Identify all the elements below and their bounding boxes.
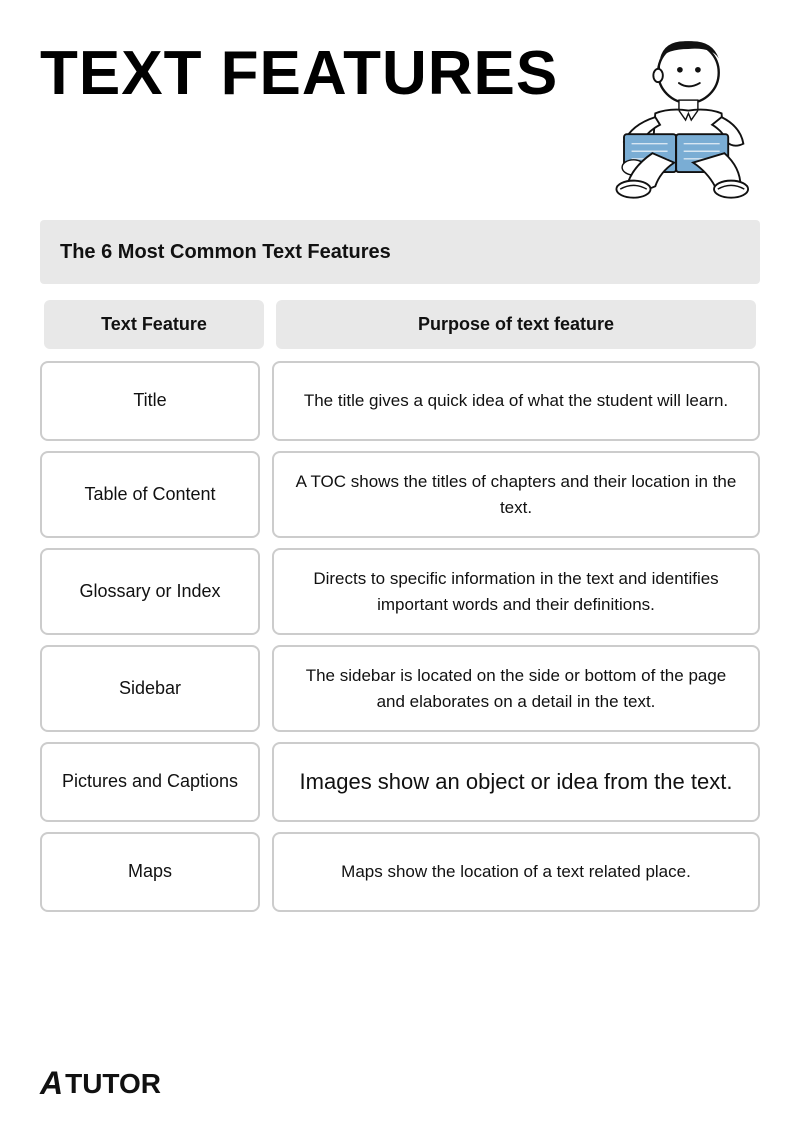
cell-purpose-4: Images show an object or idea from the t… xyxy=(272,742,760,822)
page-title: TEXT FEATURES xyxy=(40,40,558,108)
logo-a-icon: A xyxy=(40,1065,63,1102)
col-purpose-header: Purpose of text feature xyxy=(276,300,756,349)
table-row: Table of ContentA TOC shows the titles o… xyxy=(40,451,760,538)
cell-purpose-3: The sidebar is located on the side or bo… xyxy=(272,645,760,732)
table-row: Glossary or IndexDirects to specific inf… xyxy=(40,548,760,635)
subtitle-banner: The 6 Most Common Text Features xyxy=(40,220,760,284)
cell-feature-0: Title xyxy=(40,361,260,441)
table-row: TitleThe title gives a quick idea of wha… xyxy=(40,361,760,441)
cell-purpose-1: A TOC shows the titles of chapters and t… xyxy=(272,451,760,538)
cell-purpose-2: Directs to specific information in the t… xyxy=(272,548,760,635)
page: TEXT FEATURES xyxy=(0,0,800,1132)
cell-feature-3: Sidebar xyxy=(40,645,260,732)
table-row: MapsMaps show the location of a text rel… xyxy=(40,832,760,912)
cell-purpose-5: Maps show the location of a text related… xyxy=(272,832,760,912)
col-feature-header: Text Feature xyxy=(44,300,264,349)
cell-feature-5: Maps xyxy=(40,832,260,912)
table-row: SidebarThe sidebar is located on the sid… xyxy=(40,645,760,732)
table-row: Pictures and CaptionsImages show an obje… xyxy=(40,742,760,822)
footer: A TUTOR xyxy=(40,1065,161,1102)
table-header: Text Feature Purpose of text feature xyxy=(40,300,760,349)
table-rows: TitleThe title gives a quick idea of wha… xyxy=(40,361,760,912)
cell-feature-2: Glossary or Index xyxy=(40,548,260,635)
cell-feature-1: Table of Content xyxy=(40,451,260,538)
header-section: TEXT FEATURES xyxy=(40,30,760,210)
reading-boy-illustration xyxy=(560,30,760,210)
logo-text: TUTOR xyxy=(65,1068,161,1100)
cell-purpose-0: The title gives a quick idea of what the… xyxy=(272,361,760,441)
cell-feature-4: Pictures and Captions xyxy=(40,742,260,822)
